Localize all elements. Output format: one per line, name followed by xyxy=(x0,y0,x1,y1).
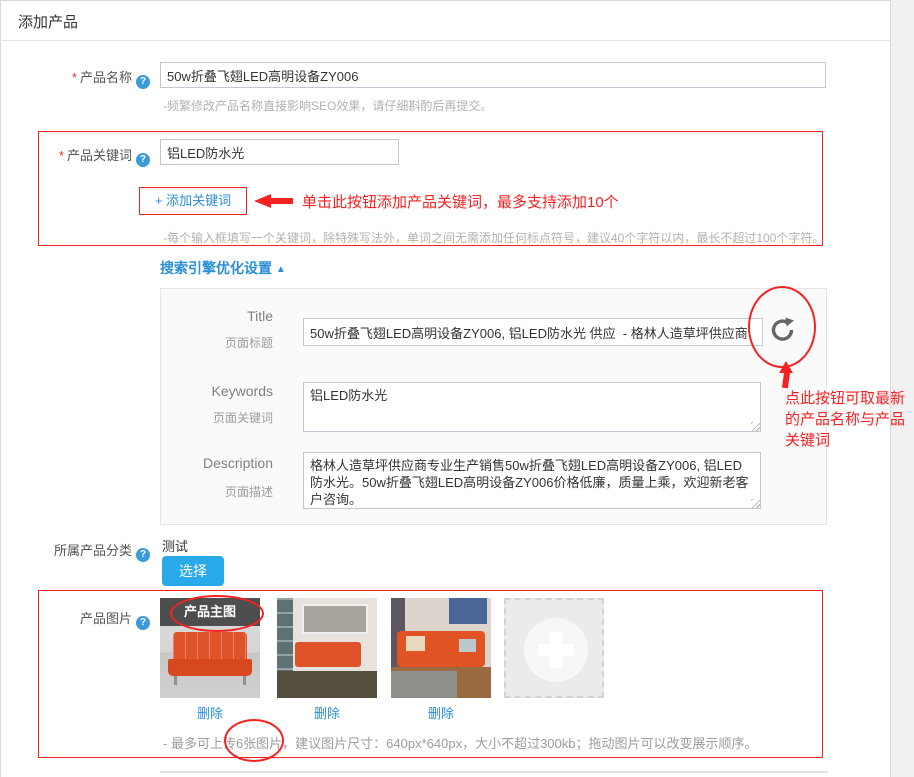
seo-keywords-textarea-wrap: 铝LED防水光 xyxy=(303,382,761,432)
seo-description-sublabel: 页面描述 xyxy=(161,483,273,500)
category-label: 所属产品分类? xyxy=(0,540,150,562)
seo-title-label: Title xyxy=(161,308,273,324)
annotation-arrow-left-icon xyxy=(254,194,294,208)
annotation-refresh-note: 点此按钮可取最新 的产品名称与产品 关键词 xyxy=(785,388,905,451)
section-divider xyxy=(160,771,828,773)
product-photo-3[interactable] xyxy=(391,598,491,698)
upload-image-button[interactable] xyxy=(504,598,604,698)
product-photo-2[interactable] xyxy=(277,598,377,698)
keyword-input-wrap xyxy=(160,139,399,165)
sofa-photo xyxy=(391,598,491,698)
annotation-circle-main-badge xyxy=(170,595,264,632)
category-value: 测试 xyxy=(162,536,188,555)
sofa-photo xyxy=(277,598,377,698)
product-name-help: -频繁修改产品名称直接影响SEO效果，请仔细斟酌后再提交。 xyxy=(163,97,492,114)
required-mark: * xyxy=(59,148,64,163)
delete-image-link[interactable]: 删除 xyxy=(277,703,377,722)
product-name-label: *产品名称? xyxy=(0,67,150,89)
help-icon[interactable]: ? xyxy=(136,153,150,167)
help-icon[interactable]: ? xyxy=(136,548,150,562)
seo-settings-toggle[interactable]: 搜索引擎优化设置 ▲ xyxy=(160,258,286,278)
seo-description-label: Description xyxy=(161,455,273,471)
seo-title-sublabel: 页面标题 xyxy=(161,334,273,351)
seo-keywords-label: Keywords xyxy=(161,383,273,399)
keyword-help: -每个输入框填写一个关键词，除特殊写法外，单词之间无需添加任何标点符号，建议40… xyxy=(163,229,824,246)
seo-title-input[interactable] xyxy=(303,318,763,346)
annotation-circle-six-images xyxy=(224,719,284,762)
seo-description-textarea-wrap: 格林人造草坪供应商专业生产销售50w折叠飞翅LED高明设备ZY006, 铝LED… xyxy=(303,452,761,509)
annotation-keyword-note: 单击此按钮添加产品关键词，最多支持添加10个 xyxy=(302,191,619,212)
product-name-input-wrap xyxy=(160,62,826,88)
annotation-arrow-up-icon xyxy=(779,361,793,389)
add-keyword-button[interactable]: + 添加关键词 xyxy=(139,187,247,215)
keyword-input[interactable] xyxy=(160,139,399,165)
page: 添加产品 *产品名称? -频繁修改产品名称直接影响SEO效果，请仔细斟酌后再提交… xyxy=(0,0,914,777)
select-category-button[interactable]: 选择 xyxy=(162,556,224,586)
product-name-input[interactable] xyxy=(160,62,826,88)
seo-keywords-textarea[interactable]: 铝LED防水光 xyxy=(303,382,761,432)
help-icon[interactable]: ? xyxy=(136,616,150,630)
product-images-label: 产品图片? xyxy=(0,608,150,630)
seo-title-input-wrap xyxy=(303,318,763,346)
seo-description-textarea[interactable]: 格林人造草坪供应商专业生产销售50w折叠飞翅LED高明设备ZY006, 铝LED… xyxy=(303,452,761,509)
help-icon[interactable]: ? xyxy=(136,75,150,89)
required-mark: * xyxy=(72,70,77,85)
chevron-up-icon: ▲ xyxy=(276,264,286,275)
page-title: 添加产品 xyxy=(18,11,78,32)
keyword-label: *产品关键词? xyxy=(0,145,150,167)
delete-image-link[interactable]: 删除 xyxy=(391,703,491,722)
annotation-circle-refresh xyxy=(748,286,816,368)
seo-panel: Title 页面标题 Keywords 页面关键词 铝LED防水光 Descri… xyxy=(160,288,827,525)
page-header: 添加产品 xyxy=(0,0,890,41)
seo-keywords-sublabel: 页面关键词 xyxy=(161,409,273,426)
